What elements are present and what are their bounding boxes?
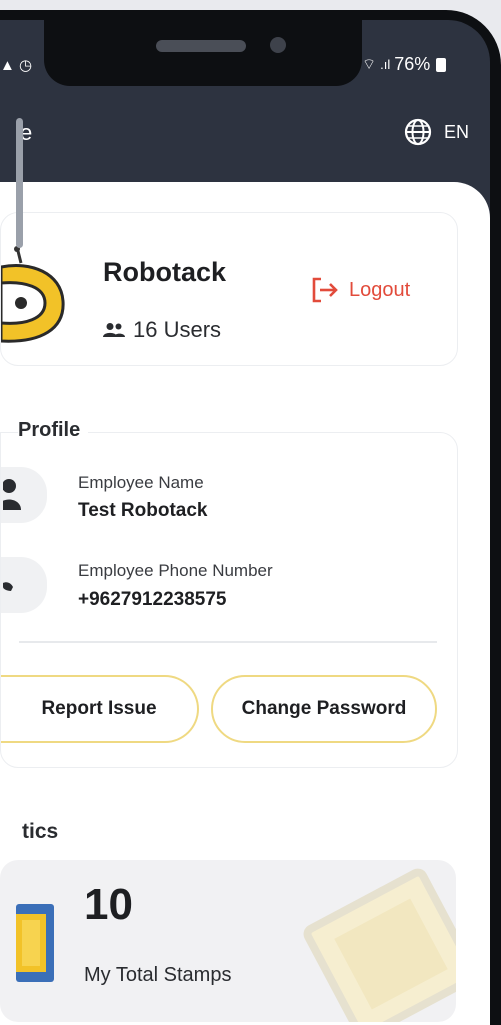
- stamp-icon: [16, 904, 54, 982]
- status-bar: ▲ ◷ ⌔ .ıl 76%: [0, 20, 490, 90]
- phone-screen: ▲ ◷ ⌔ .ıl 76% e EN Robotack 16 Users Log…: [0, 20, 490, 1025]
- report-issue-button[interactable]: Report Issue: [1, 675, 199, 743]
- total-stamps-value: 10: [84, 880, 133, 929]
- logout-button[interactable]: Logout: [311, 277, 410, 303]
- status-icons-left: ▲ ◷: [0, 57, 33, 74]
- logout-icon: [312, 277, 338, 303]
- scrollbar-thumb[interactable]: [16, 118, 23, 248]
- phone-label: Employee Phone Number: [78, 561, 273, 580]
- status-icons-right: ⌔ .ıl 76%: [362, 54, 447, 75]
- company-name: Robotack: [103, 257, 227, 287]
- battery-percent: 76%: [394, 54, 431, 74]
- stamps-card[interactable]: 10 My Total Stamps: [0, 860, 456, 1022]
- camera: [270, 37, 286, 53]
- app-bar: e EN: [0, 90, 490, 182]
- profile-card: Employee Name Test Robotack Employee Pho…: [0, 432, 458, 768]
- battery-icon: [436, 57, 447, 72]
- phone-icon: [1, 557, 47, 613]
- total-stamps-label: My Total Stamps: [84, 964, 232, 986]
- language-label: EN: [444, 121, 470, 142]
- company-card: Robotack 16 Users Logout: [0, 212, 458, 366]
- speaker: [156, 40, 246, 52]
- change-password-button[interactable]: Change Password: [211, 675, 437, 743]
- main-content[interactable]: Robotack 16 Users Logout Employee Name T…: [0, 182, 490, 1025]
- phone-value: +9627912238575: [78, 589, 227, 610]
- users-icon: [103, 323, 125, 337]
- profile-section-title: Profile: [18, 419, 89, 442]
- employee-name-value: Test Robotack: [78, 500, 208, 521]
- logout-label: Logout: [349, 278, 411, 301]
- wifi-icon: ⌔: [362, 56, 377, 73]
- globe-icon: [404, 118, 432, 146]
- users-count: 16 Users: [103, 317, 221, 343]
- users-count-label: 16 Users: [133, 317, 222, 342]
- divider: [19, 641, 437, 643]
- signal-icon: .ıl: [380, 57, 391, 72]
- statistics-section-title: tics: [22, 820, 59, 843]
- stamp-watermark-icon: [303, 868, 456, 1022]
- language-switcher[interactable]: EN: [404, 118, 469, 146]
- employee-name-label: Employee Name: [78, 473, 204, 492]
- person-icon: [1, 467, 47, 523]
- notch: [44, 20, 362, 86]
- robot-logo-icon: [1, 246, 65, 343]
